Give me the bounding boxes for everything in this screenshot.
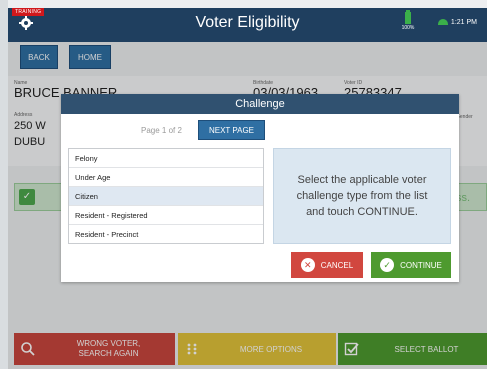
- cancel-button[interactable]: ✕ CANCEL: [291, 252, 363, 278]
- list-item[interactable]: Citizen: [69, 187, 263, 206]
- challenge-dialog: Challenge Page 1 of 2 NEXT PAGE Felony U…: [61, 94, 459, 282]
- time-text: 1:21 PM: [450, 19, 477, 26]
- list-item[interactable]: Felony: [69, 149, 263, 168]
- challenge-type-list: Felony Under Age Citizen Resident - Regi…: [68, 148, 264, 244]
- list-item[interactable]: Under Age: [69, 168, 263, 187]
- continue-label: CONTINUE: [400, 260, 442, 270]
- battery-indicator: 100%: [398, 10, 418, 31]
- next-page-button[interactable]: NEXT PAGE: [198, 120, 265, 140]
- instruction-text: Select the applicable voter challenge ty…: [296, 174, 428, 218]
- list-item[interactable]: Resident - Registered: [69, 206, 263, 225]
- clock: 1:21 PM: [437, 19, 477, 26]
- close-icon: ✕: [300, 258, 315, 272]
- cancel-label: CANCEL: [320, 260, 354, 270]
- app-frame: TRAINING Voter Eligibility 100% 1:21 PM …: [8, 0, 487, 369]
- continue-button[interactable]: ✓ CONTINUE: [371, 252, 451, 278]
- list-item[interactable]: Resident - Precinct: [69, 225, 263, 244]
- page-indicator: Page 1 of 2: [141, 126, 182, 135]
- check-icon: ✓: [380, 258, 395, 272]
- dialog-title: Challenge: [61, 94, 459, 114]
- wifi-icon: [437, 19, 448, 26]
- instruction-panel: Select the applicable voter challenge ty…: [273, 148, 451, 244]
- battery-icon: [405, 10, 411, 24]
- battery-level: 100%: [401, 25, 415, 31]
- top-bar: TRAINING Voter Eligibility 100% 1:21 PM: [8, 8, 487, 42]
